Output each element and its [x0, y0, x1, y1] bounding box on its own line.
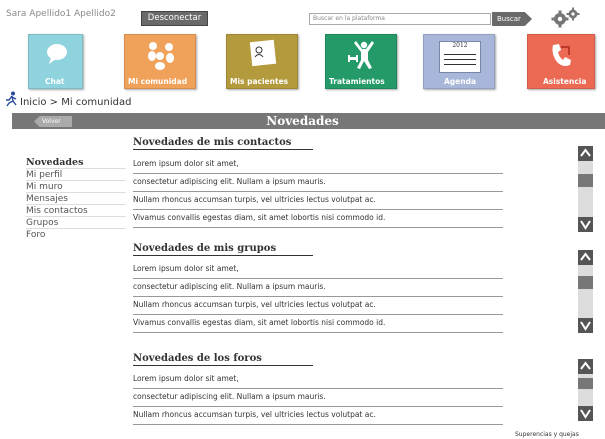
- scroll-thumb[interactable]: [578, 276, 593, 289]
- feedback-link[interactable]: Superencias y quejas: [515, 431, 579, 438]
- tile-mi-comunidad[interactable]: Mi comunidad: [124, 34, 196, 89]
- chevron-down-icon: [580, 321, 591, 331]
- chevron-down-icon: [580, 220, 591, 230]
- tile-label: Mis pacientes: [230, 77, 289, 86]
- section-title: Novedades de los foros: [133, 353, 313, 366]
- scroll-thumb[interactable]: [578, 174, 593, 187]
- chevron-up-icon: [580, 361, 591, 370]
- chevron-down-icon: [580, 409, 591, 419]
- user-name: Sara Apellido1 Apellido2: [6, 9, 116, 19]
- calendar-year: 2012: [452, 42, 468, 49]
- tile-label: Tratamientos: [329, 77, 385, 86]
- gears-icon[interactable]: [549, 6, 581, 28]
- scroll-down-button[interactable]: [578, 318, 593, 333]
- sidenav-item-novedades[interactable]: Novedades: [26, 157, 126, 169]
- phone-icon: [552, 44, 571, 66]
- list-item[interactable]: consectetur adipiscing elit. Nullam a ip…: [133, 280, 503, 297]
- sidenav-item-mensajes[interactable]: Mensajes: [26, 193, 126, 205]
- list-item[interactable]: Vivamus convallis egestas diam, sit amet…: [133, 316, 503, 333]
- logout-button[interactable]: Desconectar: [141, 11, 208, 26]
- scroll-up-button[interactable]: [578, 146, 593, 161]
- calendar-icon: 2012: [439, 41, 481, 73]
- tile-asistencia[interactable]: Asistencia: [527, 34, 595, 89]
- tile-label: Asistencia: [543, 77, 587, 86]
- scroll-up-button[interactable]: [578, 250, 593, 265]
- tile-label: Agenda: [444, 77, 477, 86]
- search-button[interactable]: Buscar: [492, 12, 532, 26]
- list-item[interactable]: Nullam rhoncus accumsan turpis, vel ultr…: [133, 298, 503, 315]
- breadcrumb: Inicio > Mi comunidad: [20, 97, 132, 108]
- list-item[interactable]: consectetur adipiscing elit. Nullam a ip…: [133, 175, 503, 192]
- patient-card-icon: [249, 39, 277, 67]
- speech-bubble-icon: [47, 44, 67, 64]
- list-item[interactable]: Vivamus convallis egestas diam, sit amet…: [133, 211, 503, 228]
- sidenav-item-grupos[interactable]: Grupos: [26, 217, 126, 229]
- section-title: Novedades de mis grupos: [133, 243, 313, 256]
- tile-chat[interactable]: Chat: [28, 34, 83, 89]
- sidenav-item-mis-contactos[interactable]: Mis contactos: [26, 205, 126, 217]
- scroll-up-button[interactable]: [578, 359, 593, 374]
- runner-icon: [6, 91, 17, 107]
- sidenav-item-foro[interactable]: Foro: [26, 229, 126, 241]
- scroll-down-button[interactable]: [578, 217, 593, 232]
- scroll-track[interactable]: [578, 161, 593, 217]
- scroll-track[interactable]: [578, 265, 593, 318]
- side-nav: Novedades Mi perfil Mi muro Mensajes Mis…: [26, 157, 126, 241]
- tile-label: Mi comunidad: [128, 77, 188, 86]
- scroll-down-button[interactable]: [578, 406, 593, 421]
- search-input[interactable]: Buscar en la plataforma: [309, 13, 491, 25]
- exercise-icon: [348, 41, 374, 69]
- chevron-up-icon: [580, 148, 591, 157]
- section-title: Novedades de mis contactos: [133, 137, 313, 150]
- tile-mis-pacientes[interactable]: Mis pacientes: [226, 34, 298, 89]
- sidenav-item-mi-muro[interactable]: Mi muro: [26, 181, 126, 193]
- list-item[interactable]: consectetur adipiscing elit. Nullam a ip…: [133, 390, 503, 407]
- list-item[interactable]: Lorem ipsum dolor sit amet,: [133, 372, 503, 389]
- list-item[interactable]: Lorem ipsum dolor sit amet,: [133, 157, 503, 174]
- scroll-thumb[interactable]: [578, 378, 593, 389]
- list-item[interactable]: Nullam rhoncus accumsan turpis, vel ultr…: [133, 408, 503, 425]
- sidenav-item-mi-perfil[interactable]: Mi perfil: [26, 169, 126, 181]
- scrollbar[interactable]: [578, 250, 593, 333]
- community-icon: [148, 42, 174, 70]
- list-item[interactable]: Lorem ipsum dolor sit amet,: [133, 262, 503, 279]
- scrollbar[interactable]: [578, 146, 593, 232]
- back-button[interactable]: Volver: [34, 116, 72, 127]
- tile-agenda[interactable]: 2012 Agenda: [423, 34, 495, 89]
- scrollbar[interactable]: [578, 359, 593, 421]
- tile-label: Chat: [45, 77, 65, 86]
- tile-tratamientos[interactable]: Tratamientos: [325, 34, 397, 89]
- list-item[interactable]: Nullam rhoncus accumsan turpis, vel ultr…: [133, 193, 503, 210]
- chevron-up-icon: [580, 252, 591, 261]
- page-title: Novedades: [266, 114, 339, 128]
